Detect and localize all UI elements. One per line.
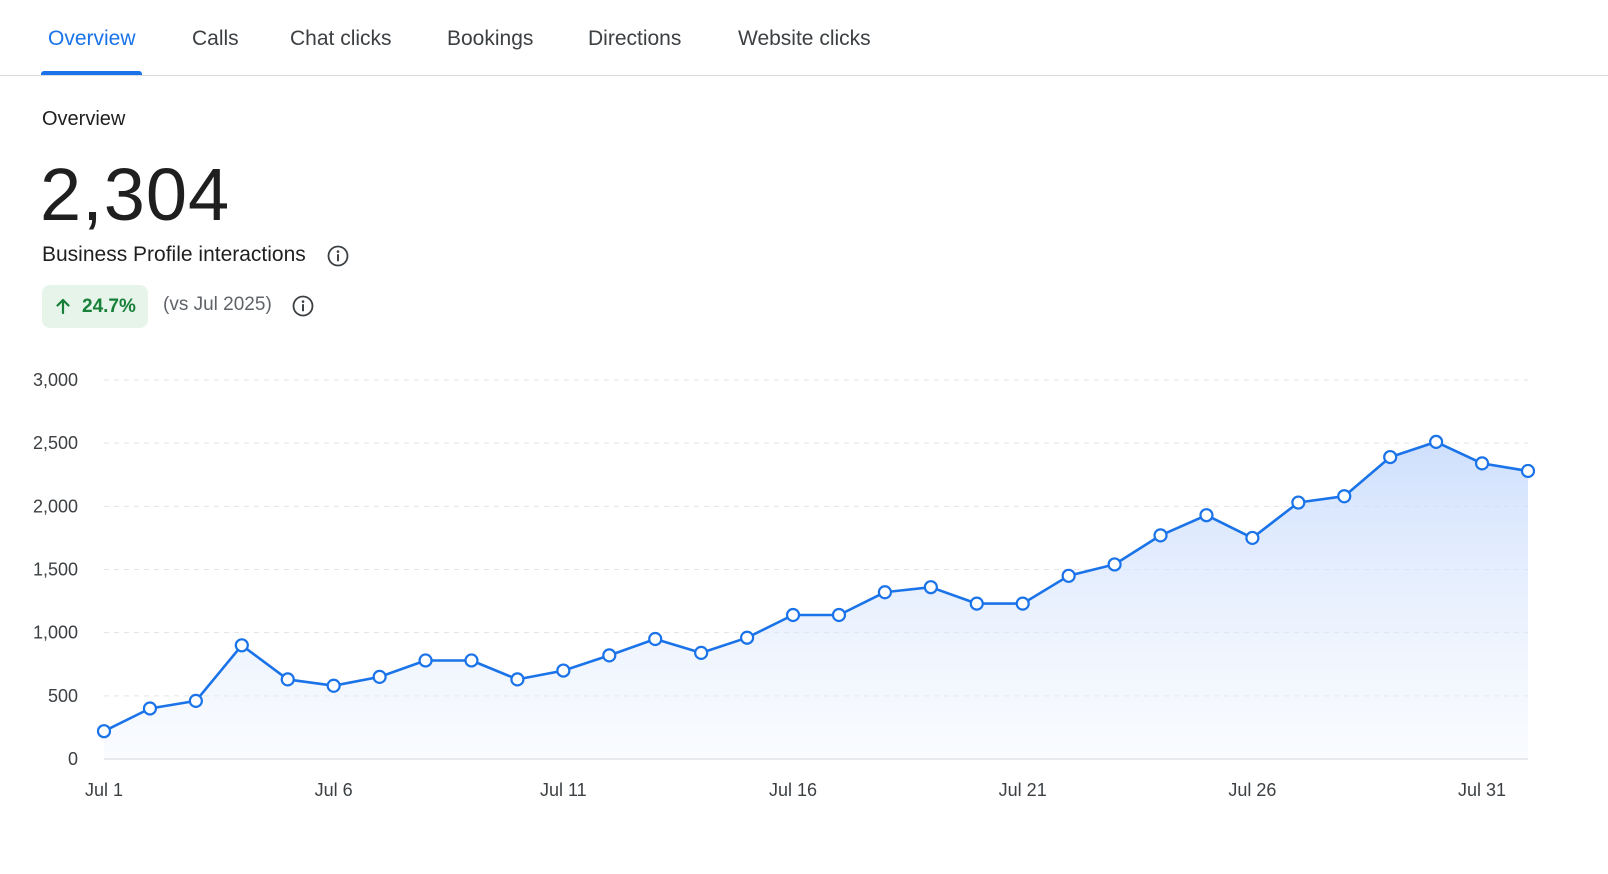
data-point[interactable] xyxy=(96,724,112,739)
x-tick-label: Jul 26 xyxy=(1228,780,1276,800)
tab-calls[interactable]: Calls xyxy=(192,0,239,76)
y-tick-label: 1,500 xyxy=(33,560,78,580)
data-point[interactable] xyxy=(785,607,801,623)
tab-bookings[interactable]: Bookings xyxy=(447,0,533,76)
y-tick-label: 0 xyxy=(68,749,78,769)
data-point[interactable] xyxy=(1153,528,1168,543)
data-point[interactable] xyxy=(1337,489,1352,504)
y-tick-label: 500 xyxy=(48,686,78,706)
active-tab-indicator xyxy=(41,71,142,75)
data-point[interactable] xyxy=(1291,495,1306,510)
y-axis: 0 500 1,000 1,500 2,000 2,500 3,000 xyxy=(33,370,78,769)
tab-website-clicks[interactable]: Website clicks xyxy=(738,0,871,76)
data-point[interactable] xyxy=(556,663,571,678)
metric-label: Business Profile interactions xyxy=(42,243,306,266)
data-point[interactable] xyxy=(739,630,755,645)
data-point[interactable] xyxy=(1107,557,1122,572)
data-point[interactable] xyxy=(234,638,249,653)
tab-chat-clicks[interactable]: Chat clicks xyxy=(290,0,392,76)
total-interactions-value: 2,304 xyxy=(40,153,231,236)
data-point[interactable] xyxy=(831,607,847,623)
data-point[interactable] xyxy=(188,693,203,708)
change-percent: 24.7% xyxy=(82,296,136,317)
data-point[interactable] xyxy=(142,701,158,716)
x-tick-label: Jul 1 xyxy=(85,780,123,800)
tab-bar: Overview Calls Chat clicks Bookings Dire… xyxy=(0,0,1608,76)
change-badge: 24.7% xyxy=(42,285,148,328)
y-tick-label: 2,500 xyxy=(33,433,78,453)
y-tick-label: 2,000 xyxy=(33,496,78,516)
x-tick-label: Jul 21 xyxy=(999,780,1047,800)
data-point[interactable] xyxy=(1520,463,1536,479)
comparison-label: (vs Jul 2025) xyxy=(163,294,272,315)
x-tick-label: Jul 16 xyxy=(769,780,817,800)
data-point[interactable] xyxy=(1061,568,1076,583)
data-point[interactable] xyxy=(326,678,341,693)
info-icon[interactable] xyxy=(327,245,349,267)
info-icon[interactable] xyxy=(292,295,314,317)
arrow-up-icon xyxy=(56,298,70,315)
data-point[interactable] xyxy=(694,645,709,660)
interactions-line-chart: 0 500 1,000 1,500 2,000 2,500 3,000 Jul 1 Jul 6… xyxy=(33,370,1536,800)
tab-overview[interactable]: Overview xyxy=(48,0,136,76)
data-point[interactable] xyxy=(1383,449,1398,465)
data-point[interactable] xyxy=(464,653,479,668)
data-point[interactable] xyxy=(1245,530,1260,546)
data-point[interactable] xyxy=(510,672,525,687)
data-point[interactable] xyxy=(648,631,663,647)
x-tick-label: Jul 11 xyxy=(540,780,587,800)
y-tick-label: 3,000 xyxy=(33,370,78,390)
tab-directions[interactable]: Directions xyxy=(588,0,681,76)
x-tick-label: Jul 6 xyxy=(315,780,353,800)
y-tick-label: 1,000 xyxy=(33,623,78,643)
data-point[interactable] xyxy=(1199,508,1214,523)
data-point[interactable] xyxy=(969,596,984,611)
data-point[interactable] xyxy=(280,672,295,687)
data-point[interactable] xyxy=(602,648,617,663)
data-point[interactable] xyxy=(418,653,433,668)
series-area xyxy=(104,441,1528,759)
data-point[interactable] xyxy=(877,585,893,600)
data-point[interactable] xyxy=(1474,456,1490,471)
section-title: Overview xyxy=(42,108,126,130)
data-point[interactable] xyxy=(923,580,938,595)
data-point[interactable] xyxy=(372,669,387,684)
data-point[interactable] xyxy=(1429,434,1444,450)
data-point[interactable] xyxy=(1015,596,1030,611)
x-axis: Jul 1 Jul 6 Jul 11 Jul 16 Jul 21 Jul 26 Jul 31 xyxy=(85,780,1506,800)
x-tick-label: Jul 31 xyxy=(1458,780,1506,800)
